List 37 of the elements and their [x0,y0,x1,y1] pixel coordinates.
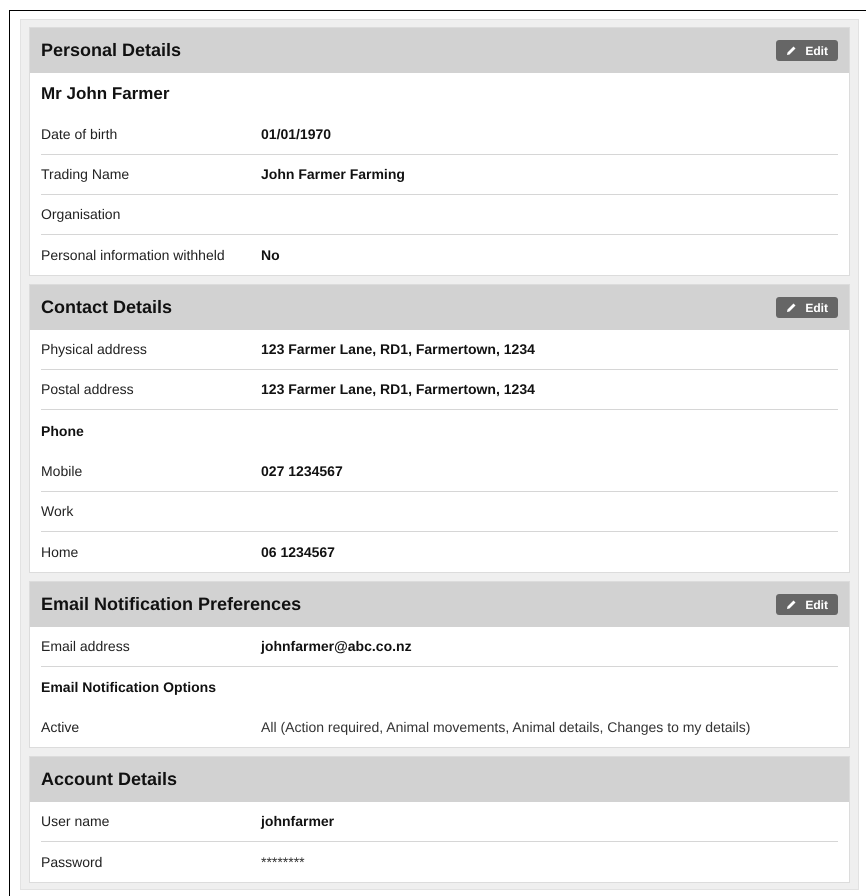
field-label: Postal address [41,380,135,399]
field-value: No [261,246,280,264]
field-value: 123 Farmer Lane, RD1, Farmertown, 1234 [261,380,535,399]
pencil-icon [786,45,798,56]
field-value: John Farmer Farming [261,165,405,184]
field-label: Active [41,718,80,736]
field-label: Physical address [41,340,148,359]
field-value: johnfarmer [261,812,334,831]
field-label: Organisation [41,205,122,224]
section-title: Personal Details [41,39,182,62]
field-value: All (Action required, Animal movements, Animal details, Changes to my details) [261,718,750,737]
field-label: Date of birth [41,125,118,144]
pencil-icon [786,599,798,610]
field-label: Personal information withheld [41,246,226,264]
name-heading: Phone [41,422,84,440]
field-label: Mobile [41,462,84,481]
field-value: 06 1234567 [261,542,335,562]
name-heading: Mr John Farmer [41,83,170,106]
field-label: Work [41,502,74,521]
pencil-icon [786,302,798,313]
section-title: Email Notification Preferences [41,593,302,616]
field-label: Email address [41,637,131,656]
field-value: johnfarmer@abc.co.nz [261,637,412,656]
subheading: Email Notification Options [41,678,216,697]
field-label: Password [41,852,104,872]
field-label: User name [41,812,110,831]
section-title: Contact Details [41,296,172,319]
field-value: 027 1234567 [261,462,343,481]
edit-button[interactable]: Edit [776,297,838,318]
edit-button[interactable]: Edit [776,40,838,61]
field-value: 123 Farmer Lane, RD1, Farmertown, 1234 [261,340,535,359]
field-label: Trading Name [41,165,130,184]
section-title: Account Details [41,768,178,791]
field-label: Home [41,542,80,562]
field-value: 01/01/1970 [261,125,332,144]
edit-button[interactable]: Edit [776,594,838,615]
field-value: ******** [261,852,305,872]
